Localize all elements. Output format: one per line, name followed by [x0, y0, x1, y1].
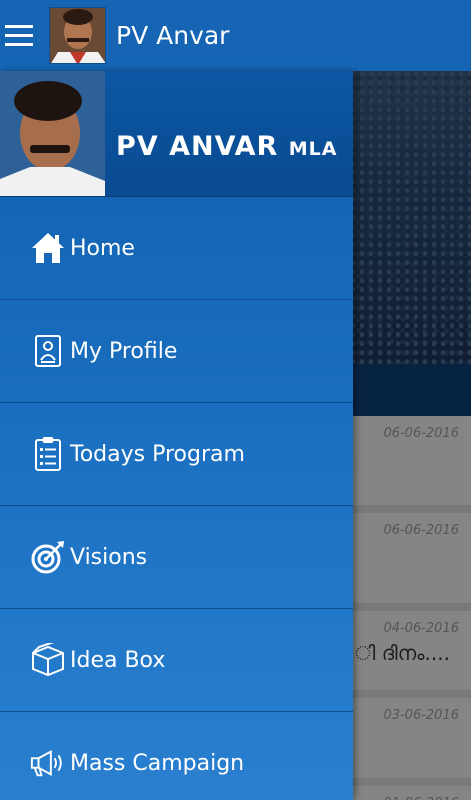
box-icon — [30, 642, 66, 678]
megaphone-icon — [30, 745, 66, 781]
drawer-item-label: Todays Program — [70, 441, 245, 467]
avatar — [49, 7, 106, 64]
drawer-item-visions[interactable]: Visions — [0, 506, 353, 609]
navigation-drawer: PV ANVAR MLA Home My Profile Todays Prog… — [0, 71, 353, 800]
drawer-item-label: Visions — [70, 544, 148, 570]
drawer-item-home[interactable]: Home — [0, 197, 353, 300]
app-bar: PV Anvar — [0, 0, 471, 71]
target-icon — [30, 539, 66, 575]
home-icon — [30, 230, 66, 266]
drawer-header-name: PV ANVAR MLA — [116, 131, 337, 162]
drawer-item-label: Mass Campaign — [70, 750, 245, 776]
drawer-item-my-profile[interactable]: My Profile — [0, 300, 353, 403]
drawer-item-mass-campaign[interactable]: Mass Campaign — [0, 712, 353, 800]
drawer-item-label: Home — [70, 235, 135, 261]
app-title: PV Anvar — [116, 21, 230, 50]
drawer-item-label: Idea Box — [70, 647, 166, 673]
profile-icon — [30, 333, 66, 369]
drawer-item-todays-program[interactable]: Todays Program — [0, 403, 353, 506]
drawer-item-label: My Profile — [70, 338, 178, 364]
header-name-suffix: MLA — [288, 138, 338, 160]
profile-photo — [0, 71, 105, 196]
drawer-item-idea-box[interactable]: Idea Box — [0, 609, 353, 712]
menu-icon[interactable] — [0, 0, 39, 71]
drawer-header: PV ANVAR MLA — [0, 71, 353, 197]
header-name-main: PV ANVAR — [116, 131, 279, 162]
clipboard-icon — [30, 436, 66, 472]
